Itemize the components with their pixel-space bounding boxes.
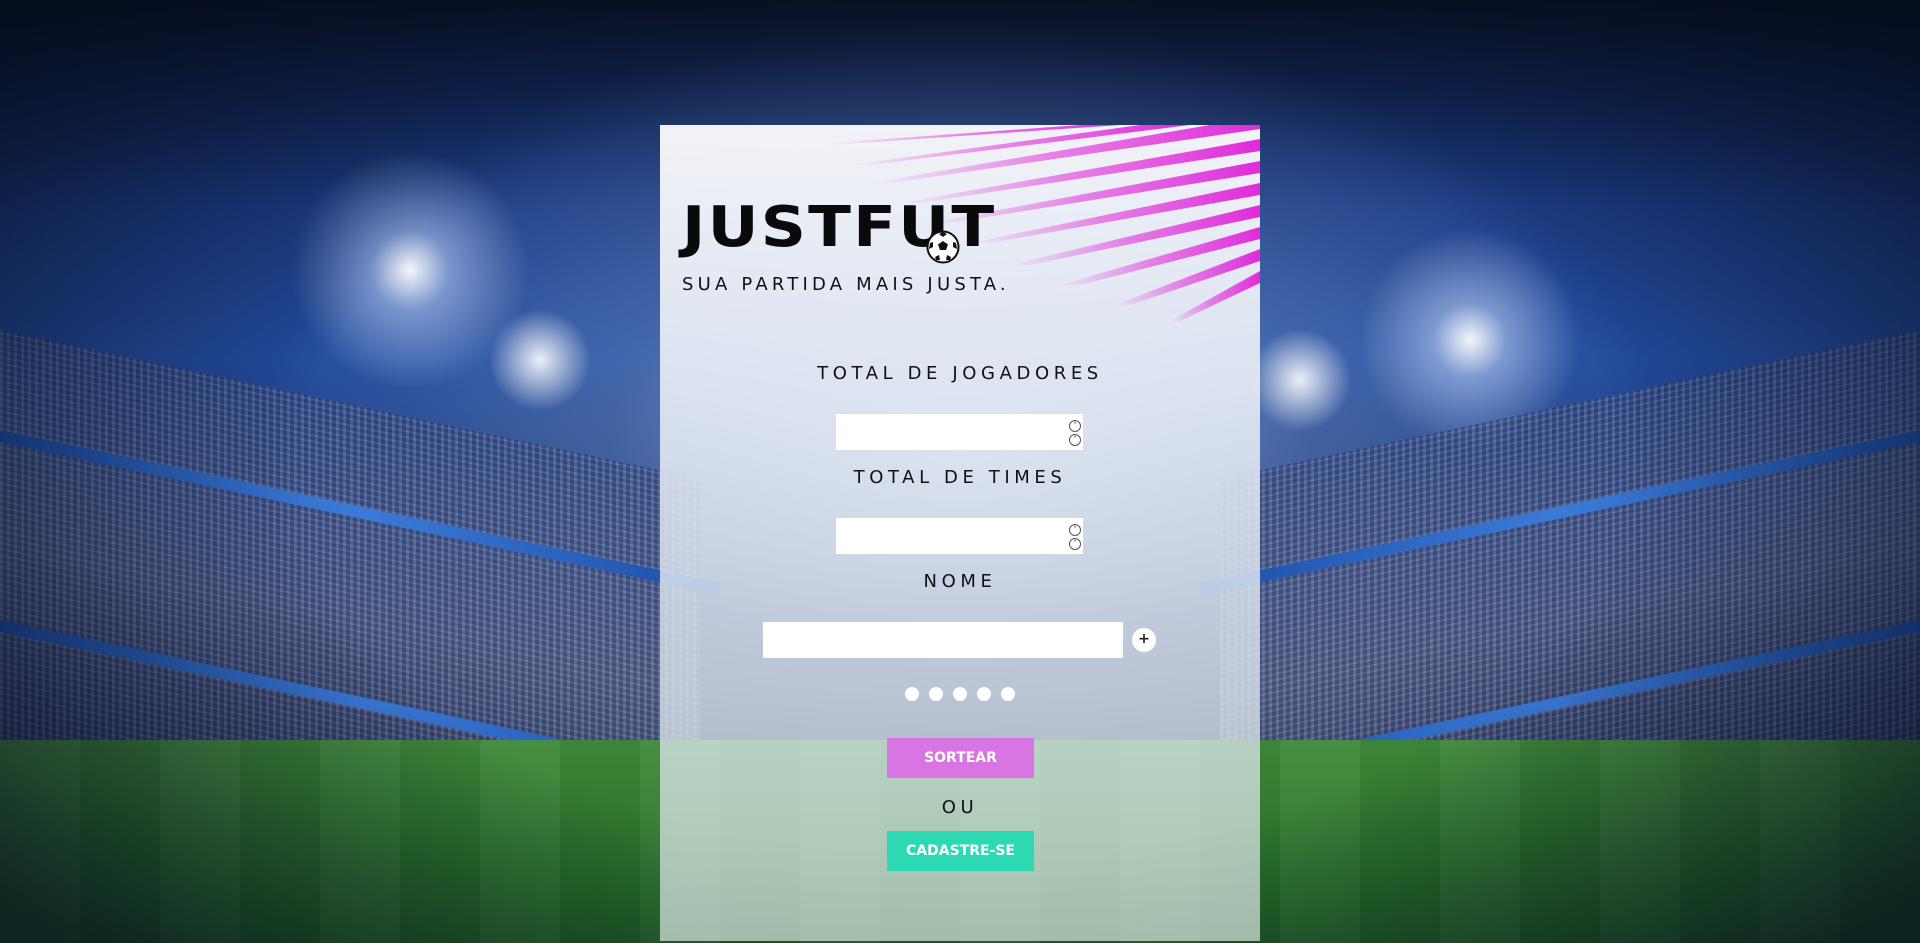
player-dot bbox=[905, 687, 919, 701]
sortear-button[interactable]: SORTEAR bbox=[887, 738, 1034, 778]
total-times-label: TOTAL DE TIMES bbox=[853, 467, 1067, 488]
add-player-button[interactable]: + bbox=[1132, 628, 1156, 652]
tagline: SUA PARTIDA MAIS JUSTA. bbox=[682, 274, 1010, 295]
player-dot bbox=[929, 687, 943, 701]
chevron-up-icon[interactable]: ˄ bbox=[1069, 420, 1081, 432]
brand: JUSTFUT SUA PARTIDA MAIS JUSTA. bbox=[682, 200, 1010, 296]
nome-input[interactable] bbox=[763, 622, 1123, 658]
chevron-up-icon[interactable]: ˄ bbox=[1069, 524, 1081, 536]
player-dot bbox=[1001, 687, 1015, 701]
number-stepper[interactable]: ˄ ˅ bbox=[1069, 524, 1081, 550]
chevron-down-icon[interactable]: ˅ bbox=[1069, 538, 1081, 550]
ou-separator: OU bbox=[941, 797, 979, 818]
cadastre-se-button[interactable]: CADASTRE-SE bbox=[887, 831, 1034, 871]
total-times-input[interactable]: ˄ ˅ bbox=[836, 518, 1083, 554]
soccer-ball-icon bbox=[926, 230, 960, 264]
total-jogadores-label: TOTAL DE JOGADORES bbox=[817, 363, 1103, 384]
player-dot bbox=[977, 687, 991, 701]
total-jogadores-input[interactable]: ˄ ˅ bbox=[836, 414, 1083, 450]
player-dot bbox=[953, 687, 967, 701]
chevron-down-icon[interactable]: ˅ bbox=[1069, 434, 1081, 446]
sorteio-card: JUSTFUT SUA PARTIDA MAIS JUSTA. TOTAL DE… bbox=[660, 125, 1260, 941]
player-dots bbox=[660, 687, 1260, 701]
number-stepper[interactable]: ˄ ˅ bbox=[1069, 420, 1081, 446]
nome-label: NOME bbox=[923, 571, 997, 592]
